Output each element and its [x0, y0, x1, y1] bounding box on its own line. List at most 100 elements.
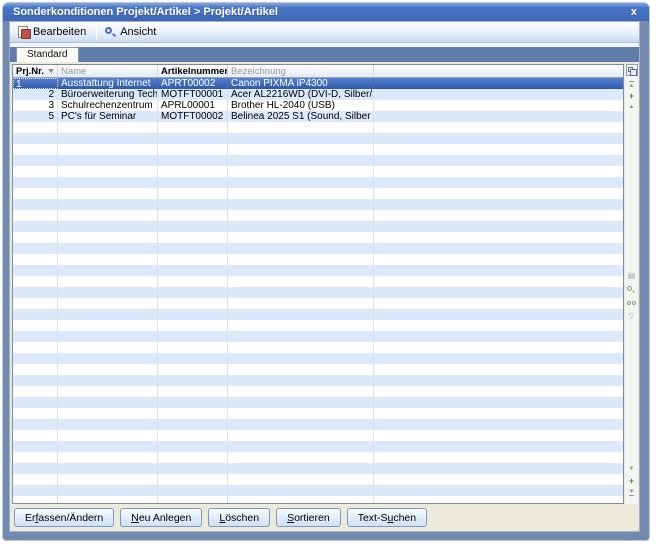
table-row[interactable]: 2 Büroerweiterung Tech MOTFT00001 Acer A…	[13, 89, 623, 100]
toolbar-button-ansicht[interactable]: Ansicht	[100, 23, 163, 42]
table-row-empty[interactable]	[13, 353, 623, 364]
card-view-icon[interactable]: ▤	[628, 271, 636, 280]
table-cell	[13, 309, 58, 320]
column-header-bezeichnung[interactable]: Bezeichnung	[228, 65, 374, 77]
table-cell	[374, 210, 623, 221]
table-row-empty[interactable]	[13, 144, 623, 155]
table-row-empty[interactable]	[13, 397, 623, 408]
find-icon[interactable]	[627, 301, 636, 307]
table-cell	[13, 232, 58, 243]
table-row-empty[interactable]	[13, 364, 623, 375]
table-cell	[158, 155, 228, 166]
table-row-empty[interactable]	[13, 496, 623, 503]
table-row[interactable]: 5 PC's für Seminar MOTFT00002 Belinea 20…	[13, 111, 623, 122]
table-cell	[13, 265, 58, 276]
cell-bezeichnung: Acer AL2216WD (DVI-D, Silber/S	[228, 89, 374, 100]
table-row-empty[interactable]	[13, 254, 623, 265]
table-row-empty[interactable]	[13, 122, 623, 133]
table-row-empty[interactable]	[13, 463, 623, 474]
table-cell	[374, 375, 623, 386]
table-row-empty[interactable]	[13, 276, 623, 287]
table-row-empty[interactable]	[13, 298, 623, 309]
table-row-empty[interactable]	[13, 166, 623, 177]
table-cell	[13, 144, 58, 155]
table-row-empty[interactable]	[13, 386, 623, 397]
table-cell	[158, 276, 228, 287]
table-row-empty[interactable]	[13, 309, 623, 320]
table-row-empty[interactable]	[13, 375, 623, 386]
tab-standard[interactable]: Standard	[16, 47, 79, 62]
go-first-icon[interactable]: ▲	[629, 81, 635, 88]
loeschen-button[interactable]: Löschen	[208, 508, 270, 527]
table-row-empty[interactable]	[13, 210, 623, 221]
table-cell	[158, 199, 228, 210]
table-cell	[13, 177, 58, 188]
add-icon[interactable]: +	[629, 92, 634, 100]
table-cell	[158, 408, 228, 419]
table-cell	[228, 375, 374, 386]
table-cell	[13, 463, 58, 474]
filter-icon[interactable]: ▽	[629, 313, 634, 321]
table-row-empty[interactable]	[13, 133, 623, 144]
table-cell	[374, 441, 623, 452]
table-cell	[228, 144, 374, 155]
table-cell	[58, 188, 158, 199]
table-cell	[158, 342, 228, 353]
table-cell	[228, 276, 374, 287]
column-header-artikelnummer[interactable]: Artikelnummer	[158, 65, 228, 77]
table-row-empty[interactable]	[13, 287, 623, 298]
table-row-empty[interactable]	[13, 232, 623, 243]
table-row-empty[interactable]	[13, 430, 623, 441]
table-cell	[228, 353, 374, 364]
table-row-empty[interactable]	[13, 408, 623, 419]
table-row-empty[interactable]	[13, 188, 623, 199]
table-row-empty[interactable]	[13, 155, 623, 166]
table-row[interactable]: 3 Schulrechenzentrum APRL00001 Brother H…	[13, 100, 623, 111]
table-row-empty[interactable]	[13, 474, 623, 485]
table-cell	[158, 232, 228, 243]
table-cell	[58, 496, 158, 503]
titlebar[interactable]: Sonderkonditionen Projekt/Artikel > Proj…	[3, 3, 649, 21]
toolbar-button-bearbeiten[interactable]: Bearbeiten	[14, 23, 93, 42]
table-row-empty[interactable]	[13, 221, 623, 232]
table-row-empty[interactable]	[13, 441, 623, 452]
table-row-empty[interactable]	[13, 331, 623, 342]
add-icon-bottom[interactable]: +	[629, 477, 634, 485]
sortieren-button[interactable]: Sortieren	[276, 508, 341, 527]
table-cell	[228, 243, 374, 254]
table-row-empty[interactable]	[13, 265, 623, 276]
scroll-down-icon[interactable]: ▼	[629, 466, 635, 473]
table-row[interactable]: 1 Ausstattung Internet APRT00002 Canon P…	[13, 78, 623, 89]
table-cell	[58, 265, 158, 276]
column-header-prjnr[interactable]: Prj.Nr.	[13, 65, 58, 77]
grid-body: 1 Ausstattung Internet APRT00002 Canon P…	[13, 78, 623, 503]
table-cell	[374, 188, 623, 199]
column-chooser-button[interactable]	[626, 64, 638, 76]
column-header-name[interactable]: Name	[58, 65, 158, 77]
grid-side-tools: ▲ + ▲ ▤ ▽ ▼	[625, 64, 638, 504]
search-icon[interactable]	[627, 286, 636, 295]
table-cell	[13, 254, 58, 265]
go-last-icon[interactable]: ▼	[629, 489, 635, 496]
cell-artikelnummer: APRT00002	[158, 78, 228, 89]
dialog-window: Sonderkonditionen Projekt/Artikel > Proj…	[3, 3, 649, 540]
nav-top-group: ▲ + ▲	[629, 81, 635, 111]
neu-anlegen-button[interactable]: Neu Anlegen	[120, 508, 202, 527]
table-row-empty[interactable]	[13, 452, 623, 463]
table-row-empty[interactable]	[13, 177, 623, 188]
scroll-up-icon[interactable]: ▲	[629, 104, 635, 111]
table-row-empty[interactable]	[13, 320, 623, 331]
table-row-empty[interactable]	[13, 199, 623, 210]
table-row-empty[interactable]	[13, 342, 623, 353]
sort-desc-icon	[48, 69, 54, 73]
table-row-empty[interactable]	[13, 243, 623, 254]
table-row-empty[interactable]	[13, 419, 623, 430]
table-cell	[374, 485, 623, 496]
table-cell	[374, 364, 623, 375]
close-button[interactable]: x	[631, 7, 637, 18]
erfassen-aendern-button[interactable]: Erfassen/Ändern	[14, 508, 114, 527]
table-cell	[158, 210, 228, 221]
text-suchen-button[interactable]: Text-Suchen	[347, 508, 427, 527]
table-row-empty[interactable]	[13, 485, 623, 496]
table-cell	[13, 331, 58, 342]
